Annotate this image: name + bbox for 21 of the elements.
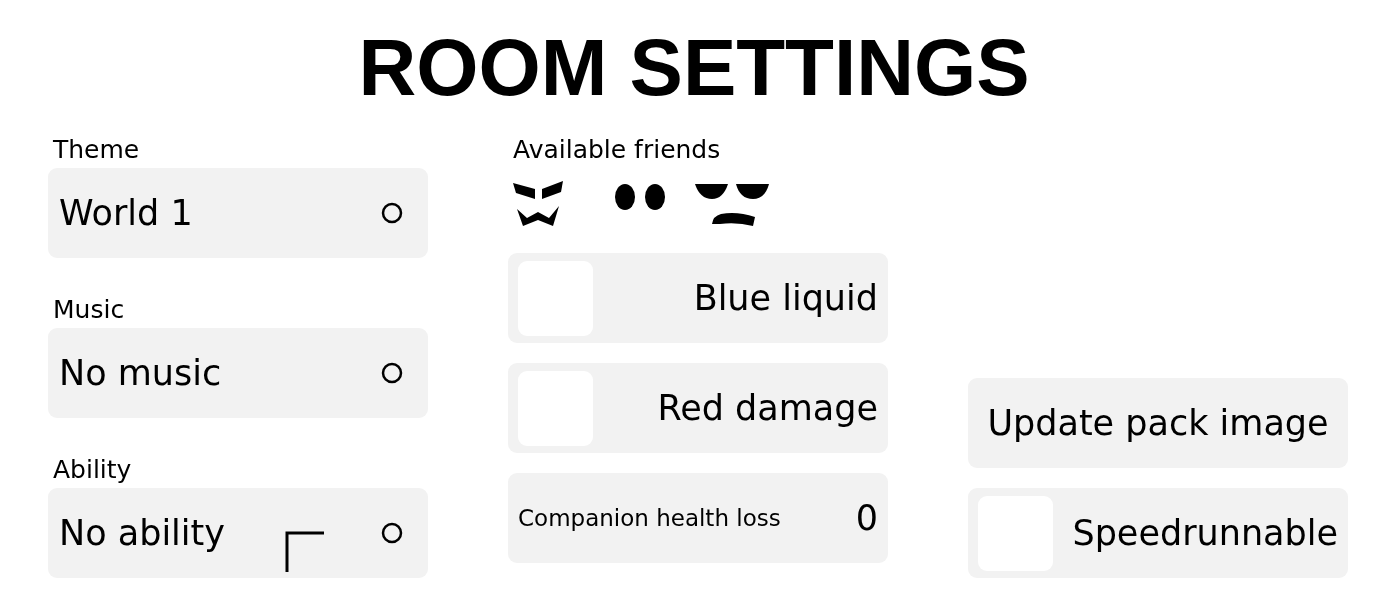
number-value[interactable]: 0 <box>855 498 878 538</box>
checkbox-row[interactable]: Red damage <box>508 363 888 453</box>
checkbox-row[interactable]: Blue liquid <box>508 253 888 343</box>
page-title: ROOM SETTINGS <box>357 24 1031 112</box>
field-label: Theme <box>52 135 140 165</box>
update-pack-image-button[interactable]: Update pack image <box>968 378 1348 468</box>
option-label: Companion health loss <box>518 505 781 531</box>
circle-icon <box>380 521 404 545</box>
face-icon <box>615 183 665 211</box>
circle-icon <box>380 201 404 225</box>
circle-icon <box>380 361 404 385</box>
section-label: Available friends <box>512 135 721 165</box>
dropdown[interactable]: World 1 <box>48 168 428 258</box>
option-label: Speedrunnable <box>1072 513 1338 553</box>
option-label: Blue liquid <box>693 278 878 318</box>
dropdown[interactable]: No ability <box>48 488 428 578</box>
checkbox-row[interactable]: Speedrunnable <box>968 488 1348 578</box>
dropdown[interactable]: No music <box>48 328 428 418</box>
field-label: Music <box>52 295 125 325</box>
field-label: Ability <box>52 455 132 485</box>
option-label: Red damage <box>657 388 878 428</box>
